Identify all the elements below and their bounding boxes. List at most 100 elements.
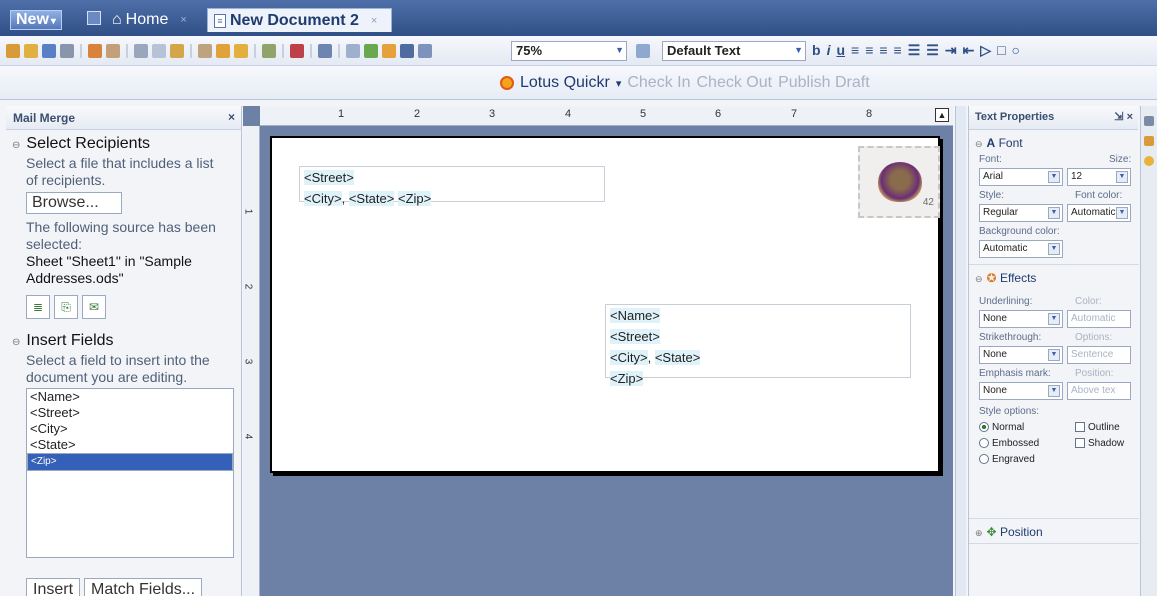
envelope-icon[interactable]: ✉ bbox=[82, 295, 106, 319]
underlining-select[interactable]: None ▼ bbox=[979, 310, 1063, 328]
record-icon[interactable] bbox=[290, 44, 304, 58]
emphasis-position-select[interactable]: Above tex bbox=[1067, 382, 1131, 400]
pilcrow-icon[interactable] bbox=[400, 44, 414, 58]
cut-icon[interactable] bbox=[134, 44, 148, 58]
close-icon[interactable]: × bbox=[371, 15, 377, 27]
edit-list-icon[interactable]: ≣ bbox=[26, 295, 50, 319]
align-left-icon[interactable]: ≡ bbox=[851, 42, 859, 59]
list-item-selected[interactable]: <Zip> bbox=[27, 453, 233, 471]
navigator-icon[interactable] bbox=[318, 44, 332, 58]
copy-icon[interactable] bbox=[152, 44, 166, 58]
rectangle-icon[interactable]: □ bbox=[997, 42, 1005, 59]
list-item[interactable]: <City> bbox=[27, 421, 233, 437]
undo-icon[interactable] bbox=[88, 44, 102, 58]
save-icon[interactable] bbox=[42, 44, 56, 58]
checkbox-shadow[interactable]: Shadow bbox=[1075, 438, 1124, 449]
toolbar-icons bbox=[6, 44, 432, 58]
list-item[interactable]: <Name> bbox=[27, 389, 233, 405]
windows-icon[interactable] bbox=[87, 11, 101, 25]
horizontal-ruler[interactable]: 1 2 3 4 5 6 7 8 ▲ bbox=[260, 106, 953, 126]
ellipse-icon[interactable]: ○ bbox=[1012, 42, 1020, 59]
font-select[interactable]: Arial ▼ bbox=[979, 168, 1063, 186]
grid-icon[interactable] bbox=[418, 44, 432, 58]
align-center-icon[interactable]: ≡ bbox=[865, 42, 873, 59]
strikethrough-select[interactable]: None ▼ bbox=[979, 346, 1063, 364]
justify-icon[interactable]: ≡ bbox=[894, 42, 902, 59]
redo-icon[interactable] bbox=[106, 44, 120, 58]
check-out-button[interactable]: Check Out bbox=[696, 74, 772, 92]
underline-button[interactable]: u bbox=[836, 42, 845, 59]
font-section-header[interactable]: ⊖ A Font bbox=[969, 130, 1138, 154]
quickr-icon[interactable] bbox=[1144, 156, 1154, 166]
numbering-icon[interactable]: ☰ bbox=[908, 42, 921, 59]
tab-home[interactable]: ⌂ Home × bbox=[112, 8, 202, 32]
quickr-menu[interactable]: Lotus Quickr bbox=[520, 74, 610, 92]
background-color-select[interactable]: Automatic ▼ bbox=[979, 240, 1063, 258]
insert-button[interactable]: Insert bbox=[26, 578, 81, 596]
open-icon[interactable] bbox=[24, 44, 38, 58]
emphasis-select[interactable]: None ▼ bbox=[979, 382, 1063, 400]
align-right-icon[interactable]: ≡ bbox=[879, 42, 887, 59]
vertical-scrollbar[interactable] bbox=[955, 106, 966, 596]
pointer-icon[interactable]: ▷ bbox=[980, 42, 991, 59]
table-icon[interactable] bbox=[346, 44, 360, 58]
print-icon[interactable] bbox=[60, 44, 74, 58]
browse-button[interactable]: Browse... bbox=[26, 192, 122, 214]
radio-normal[interactable]: Normal bbox=[979, 422, 1024, 433]
close-icon[interactable]: ⇲ × bbox=[1114, 110, 1133, 123]
paragraph-style-select[interactable]: Default Text ▼ bbox=[662, 41, 806, 61]
underline-color-select[interactable]: Automatic bbox=[1067, 310, 1131, 328]
city-field: <City> bbox=[304, 191, 342, 206]
ruler-number: 7 bbox=[791, 108, 798, 120]
envelope-page[interactable]: <Street> <City>, <State> <Zip> 42 <Name>… bbox=[270, 136, 940, 473]
select-recipients-header[interactable]: ⊖ Select Recipients bbox=[6, 130, 241, 153]
new-list-icon[interactable]: ⎘ bbox=[54, 295, 78, 319]
effects-section-header[interactable]: ⊖ ✪ Effects bbox=[969, 264, 1139, 289]
check-in-button[interactable]: Check In bbox=[627, 74, 690, 92]
format-painter-icon[interactable] bbox=[198, 44, 212, 58]
bullets-icon[interactable]: ☰ bbox=[926, 42, 939, 59]
font-color-select[interactable]: Automatic ▼ bbox=[1067, 204, 1131, 222]
ruler-toggle-icon[interactable]: ▲ bbox=[935, 108, 949, 122]
font-label: Font: bbox=[979, 154, 1002, 165]
paste-icon[interactable] bbox=[170, 44, 184, 58]
recipient-address[interactable]: <Name> <Street> <City>, <State> <Zip> bbox=[605, 304, 911, 386]
field-list[interactable]: <Name> <Street> <City> <State> <Zip> bbox=[26, 388, 234, 558]
close-icon[interactable]: × bbox=[180, 14, 186, 26]
spellcheck-icon[interactable] bbox=[262, 44, 276, 58]
checkbox-outline[interactable]: Outline bbox=[1075, 422, 1120, 433]
insert-fields-header[interactable]: ⊖ Insert Fields bbox=[6, 327, 241, 350]
background-color-label: Background color: bbox=[979, 226, 1060, 237]
styles-icon[interactable] bbox=[636, 44, 650, 58]
strike-options-select[interactable]: Sentence bbox=[1067, 346, 1131, 364]
list-item[interactable]: <State> bbox=[27, 437, 233, 453]
style-select[interactable]: Regular ▼ bbox=[979, 204, 1063, 222]
chart-icon[interactable] bbox=[364, 44, 378, 58]
pin-icon[interactable] bbox=[1144, 116, 1154, 126]
folder-icon[interactable] bbox=[1144, 136, 1154, 146]
size-select[interactable]: 12 ▼ bbox=[1067, 168, 1131, 186]
return-address[interactable]: <Street> <City>, <State> <Zip> bbox=[299, 166, 605, 206]
match-fields-button[interactable]: Match Fields... bbox=[84, 578, 203, 596]
frame-icon[interactable] bbox=[234, 44, 248, 58]
new-icon[interactable] bbox=[6, 44, 20, 58]
indent-icon[interactable]: ⇥ bbox=[945, 42, 957, 59]
vertical-ruler[interactable]: 1 2 3 4 bbox=[242, 126, 260, 596]
opt-engraved: Engraved bbox=[992, 454, 1035, 465]
folder-icon[interactable] bbox=[216, 44, 230, 58]
new-button[interactable]: New ▾ bbox=[10, 10, 62, 30]
radio-engraved[interactable]: Engraved bbox=[979, 454, 1035, 465]
list-item[interactable]: <Street> bbox=[27, 405, 233, 421]
outdent-icon[interactable]: ⇤ bbox=[963, 42, 975, 59]
zoom-select[interactable]: 75% ▼ bbox=[511, 41, 627, 61]
close-icon[interactable]: × bbox=[228, 110, 235, 124]
position-section-header[interactable]: ⊕ ✥ Position bbox=[969, 518, 1139, 544]
bold-button[interactable]: b bbox=[812, 42, 821, 59]
tab-new-document[interactable]: ≡ New Document 2 × bbox=[207, 8, 392, 32]
publish-draft-button[interactable]: Publish Draft bbox=[778, 74, 870, 92]
chevron-down-icon[interactable]: ▾ bbox=[616, 77, 622, 90]
italic-button[interactable]: i bbox=[827, 42, 831, 59]
radio-embossed[interactable]: Embossed bbox=[979, 438, 1039, 449]
image-icon[interactable] bbox=[382, 44, 396, 58]
purple-heart-icon bbox=[878, 162, 922, 202]
